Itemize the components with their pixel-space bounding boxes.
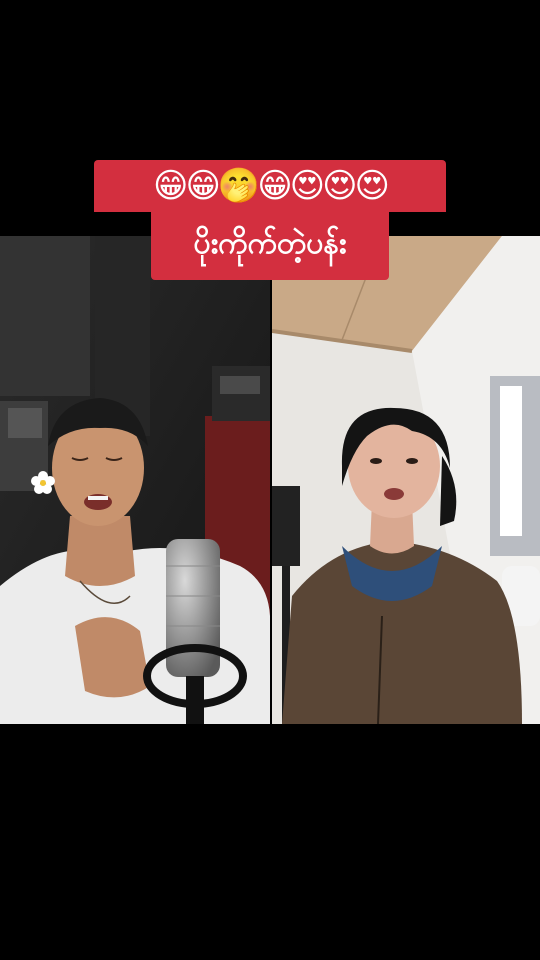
caption-text-line: ပိုးကိုက်တဲ့ပန်း bbox=[151, 212, 389, 280]
left-singer-scene bbox=[0, 236, 270, 724]
duet-video-frame bbox=[0, 236, 540, 724]
left-singer-video bbox=[0, 236, 270, 724]
caption-banner: 😁😁🤭😁😍😍😍 ပိုးကိုက်တဲ့ပန်း bbox=[0, 160, 540, 280]
right-singer-scene bbox=[272, 236, 540, 724]
right-singer-video bbox=[272, 236, 540, 724]
caption-emoji-line: 😁😁🤭😁😍😍😍 bbox=[94, 160, 446, 212]
